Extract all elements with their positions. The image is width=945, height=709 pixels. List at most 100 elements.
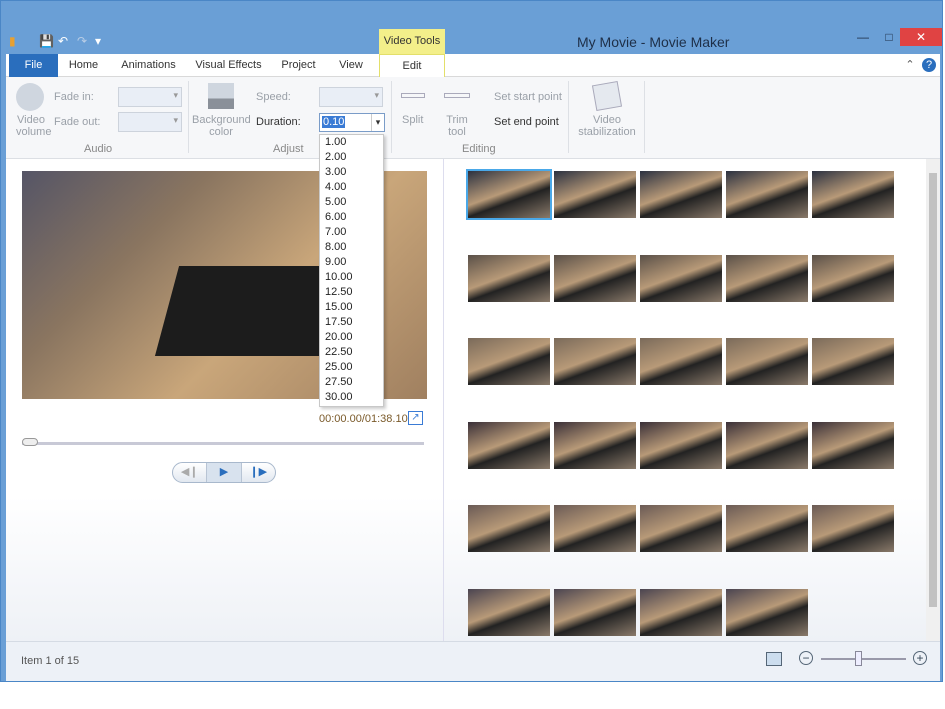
zoom-out-button[interactable]: −	[799, 651, 813, 665]
set-start-point-button[interactable]: Set start point	[494, 91, 562, 103]
dropdown-arrow-icon[interactable]: ▾	[371, 114, 384, 131]
storyboard-thumbnail[interactable]	[812, 421, 894, 469]
storyboard-thumbnail[interactable]	[812, 338, 894, 385]
storyboard-thumbnail[interactable]	[640, 505, 722, 552]
tab-project[interactable]: Project	[276, 54, 321, 77]
help-icon[interactable]: ?	[922, 58, 936, 72]
collapse-ribbon-icon[interactable]: ⌃	[903, 54, 917, 77]
tab-edit[interactable]: Edit	[379, 54, 445, 78]
storyboard-thumbnail[interactable]	[726, 505, 808, 552]
duration-option[interactable]: 15.00	[320, 300, 383, 315]
duration-option[interactable]: 10.00	[320, 270, 383, 285]
storyboard-thumbnail[interactable]	[554, 254, 636, 302]
zoom-slider-handle[interactable]	[855, 651, 863, 666]
fade-out-dropdown[interactable]	[118, 112, 182, 132]
video-stabilization-button[interactable]: Video stabilization	[572, 114, 642, 138]
duration-option[interactable]: 3.00	[320, 165, 383, 180]
storyboard-thumbnail[interactable]	[468, 338, 550, 385]
next-frame-button[interactable]: ❙▶	[242, 463, 275, 482]
storyboard-thumbnail[interactable]	[640, 171, 722, 218]
storyboard-thumbnail[interactable]	[554, 505, 636, 552]
tab-animations[interactable]: Animations	[111, 54, 186, 77]
tab-visual-effects[interactable]: Visual Effects	[191, 54, 266, 77]
save-icon[interactable]: 💾	[39, 34, 54, 48]
storyboard-thumbnail[interactable]	[812, 171, 894, 218]
duration-option[interactable]: 22.50	[320, 345, 383, 360]
duration-option[interactable]: 2.00	[320, 150, 383, 165]
storyboard-thumbnail[interactable]	[468, 505, 550, 552]
split-icon	[401, 93, 425, 98]
redo-icon[interactable]: ↷	[77, 34, 87, 48]
duration-option[interactable]: 9.00	[320, 255, 383, 270]
duration-option[interactable]: 30.00	[320, 390, 383, 405]
duration-combobox[interactable]: 0.10 ▾	[319, 113, 385, 132]
duration-option[interactable]: 1.00	[320, 135, 383, 150]
fade-in-dropdown[interactable]	[118, 87, 182, 107]
previous-frame-button[interactable]: ◀❙	[173, 463, 206, 482]
duration-option[interactable]: 27.50	[320, 375, 383, 390]
duration-option[interactable]: 20.00	[320, 330, 383, 345]
video-volume-button[interactable]: Video volume	[16, 114, 51, 138]
video-tools-context-label: Video Tools	[379, 29, 445, 54]
tab-view[interactable]: View	[331, 54, 371, 77]
storyboard-thumbnail[interactable]	[554, 338, 636, 385]
scrollbar-thumb[interactable]	[929, 173, 937, 607]
storyboard-thumbnail[interactable]	[812, 254, 894, 302]
storyboard-thumbnail[interactable]	[468, 588, 550, 636]
storyboard-thumbnail[interactable]	[554, 171, 636, 218]
play-button[interactable]: ▶	[206, 463, 242, 482]
storyboard-thumbnail[interactable]	[726, 338, 808, 385]
storyboard-thumbnail[interactable]	[640, 588, 722, 636]
customize-qat-icon[interactable]: ▾	[95, 34, 101, 48]
split-button[interactable]: Split	[402, 114, 423, 126]
thumbnail-size-icon[interactable]	[766, 652, 782, 666]
seek-bar[interactable]	[22, 438, 424, 446]
editing-group-label: Editing	[462, 143, 496, 155]
duration-option[interactable]: 17.50	[320, 315, 383, 330]
pane-divider[interactable]	[443, 159, 444, 641]
speed-dropdown[interactable]	[319, 87, 383, 107]
window: ▮ 💾 ↶ ↷ ▾ Video Tools My Movie - Movie M…	[0, 0, 943, 682]
background-color-button[interactable]: Background color	[192, 114, 251, 138]
seek-handle[interactable]	[22, 438, 38, 446]
storyboard-thumbnail[interactable]	[554, 588, 636, 636]
tab-home[interactable]: Home	[61, 54, 106, 77]
storyboard-thumbnail[interactable]	[640, 254, 722, 302]
storyboard-thumbnail[interactable]	[726, 171, 808, 218]
storyboard-thumbnail[interactable]	[726, 254, 808, 302]
storyboard-thumbnail[interactable]	[812, 505, 894, 552]
storyboard-thumbnail[interactable]	[466, 169, 552, 220]
duration-option[interactable]: 5.00	[320, 195, 383, 210]
timecode: 00:00.00/01:38.10	[319, 413, 408, 425]
set-end-point-button[interactable]: Set end point	[494, 116, 559, 128]
tab-file[interactable]: File	[9, 54, 58, 77]
storyboard-thumbnail[interactable]	[468, 254, 550, 302]
storyboard-thumbnail[interactable]	[726, 421, 808, 469]
close-button[interactable]: ✕	[900, 28, 942, 46]
duration-value[interactable]: 0.10	[322, 116, 346, 128]
duration-option[interactable]: 6.00	[320, 210, 383, 225]
paint-bucket-icon	[208, 83, 234, 109]
storyboard-thumbnail[interactable]	[554, 421, 636, 469]
duration-option[interactable]: 7.00	[320, 225, 383, 240]
storyboard-scrollbar[interactable]	[926, 159, 940, 641]
fade-out-label: Fade out:	[54, 116, 101, 128]
duration-option[interactable]: 8.00	[320, 240, 383, 255]
trim-tool-button[interactable]: Trim tool	[446, 114, 468, 138]
storyboard-thumbnail[interactable]	[640, 421, 722, 469]
zoom-slider[interactable]	[821, 651, 906, 666]
ribbon: Video volume Fade in: Fade out: Audio Ba…	[6, 77, 940, 159]
duration-option[interactable]: 25.00	[320, 360, 383, 375]
divider	[644, 81, 645, 153]
duration-option[interactable]: 12.50	[320, 285, 383, 300]
storyboard-thumbnail[interactable]	[726, 588, 808, 636]
fade-in-label: Fade in:	[54, 91, 94, 103]
fullscreen-icon[interactable]: ↗	[408, 411, 423, 425]
zoom-in-button[interactable]: +	[913, 651, 927, 665]
storyboard-thumbnail[interactable]	[640, 338, 722, 385]
storyboard-thumbnail[interactable]	[468, 421, 550, 469]
duration-option[interactable]: 4.00	[320, 180, 383, 195]
undo-icon[interactable]: ↶	[58, 34, 68, 48]
item-count: Item 1 of 15	[21, 655, 80, 667]
main-content: 00:00.00/01:38.10 ↗ ◀❙ ▶ ❙▶	[6, 159, 940, 641]
